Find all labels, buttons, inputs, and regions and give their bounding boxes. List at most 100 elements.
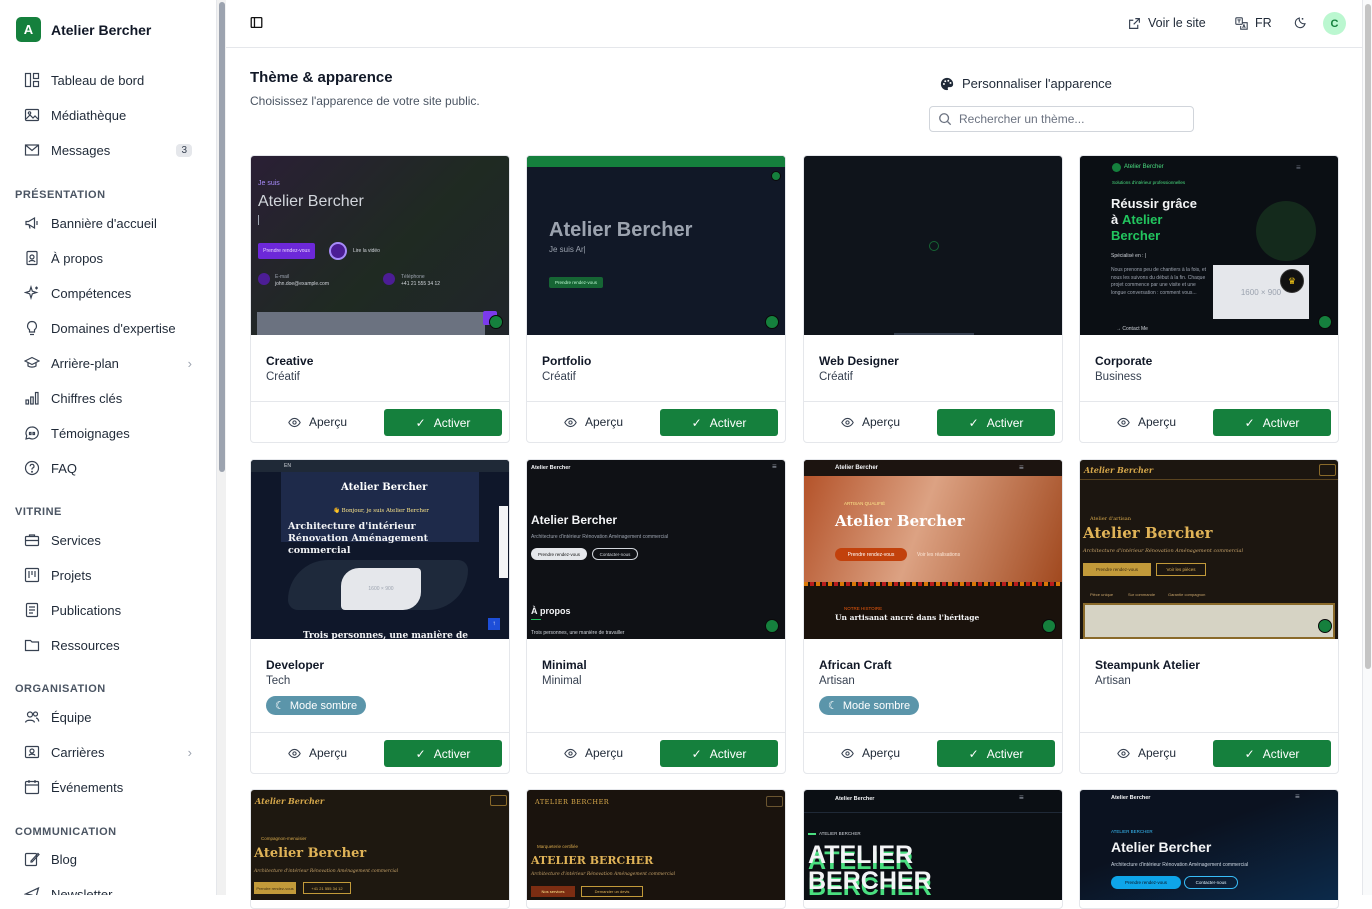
- preview-phone: +41 21 555 34 12: [401, 281, 441, 287]
- brand[interactable]: A Atelier Bercher: [16, 17, 151, 42]
- theme-preview-corporate[interactable]: Atelier Bercher ≡ Solutions d'intérieur …: [1080, 156, 1338, 335]
- theme-card-row3-4: Atelier Bercher ≡ ATELIER BERCHER Atelie…: [1079, 789, 1339, 909]
- theme-category: Créatif: [819, 371, 853, 383]
- preview-button[interactable]: Aperçu: [288, 746, 347, 760]
- activate-label: Activer: [1262, 746, 1300, 761]
- eye-icon: [1117, 748, 1130, 758]
- theme-preview-row3-4[interactable]: Atelier Bercher ≡ ATELIER BERCHER Atelie…: [1080, 790, 1338, 900]
- activate-button[interactable]: ✓ Activer: [660, 409, 778, 436]
- preview-image: [1083, 603, 1335, 639]
- preview-button[interactable]: Aperçu: [564, 415, 623, 429]
- sidebar-scrollbar[interactable]: [216, 0, 226, 895]
- sidebar-item-hero-banner[interactable]: Bannière d'accueil: [24, 211, 192, 235]
- sidebar-item-label: Arrière-plan: [51, 355, 119, 371]
- sidebar-item-dashboard[interactable]: Tableau de bord: [24, 68, 192, 92]
- preview-sub: Je suis Ar|: [549, 245, 586, 254]
- briefcase-icon: [24, 534, 40, 547]
- sidebar-item-newsletter[interactable]: Newsletter: [24, 882, 192, 895]
- theme-preview-african-craft[interactable]: Atelier Bercher ≡ ARTISAN QUALIFIÉ Ateli…: [804, 460, 1062, 639]
- sidebar-item-projects[interactable]: Projets: [24, 563, 192, 587]
- theme-category: Artisan: [1095, 675, 1131, 687]
- scroll-top-icon: ↑: [488, 618, 500, 630]
- language-switcher[interactable]: FR: [1235, 16, 1272, 30]
- loader-icon: [929, 241, 939, 251]
- sidebar-item-key-figures[interactable]: Chiffres clés: [24, 386, 192, 410]
- theme-preview-steampunk[interactable]: Atelier Bercher Atelier d'artisan Atelie…: [1080, 460, 1338, 639]
- sidebar-item-expertise[interactable]: Domaines d'expertise: [24, 316, 192, 340]
- sidebar-item-faq[interactable]: FAQ: [24, 456, 192, 480]
- preview-button[interactable]: Aperçu: [288, 415, 347, 429]
- sidebar-item-team[interactable]: Équipe: [24, 705, 192, 729]
- sidebar-item-resources[interactable]: Ressources: [24, 633, 192, 657]
- theme-preview-row3-1[interactable]: Atelier Bercher Compagnon-menuisier Atel…: [251, 790, 509, 900]
- theme-name: Creative: [266, 354, 314, 368]
- preview-feature-1: Pièce unique: [1090, 592, 1114, 597]
- theme-name: Corporate: [1095, 354, 1153, 368]
- sidebar-item-careers[interactable]: Carrières ›: [24, 740, 192, 764]
- preview-button[interactable]: Aperçu: [841, 746, 900, 760]
- sidebar-item-label: Chiffres clés: [51, 390, 123, 406]
- edit-icon: [24, 852, 40, 867]
- sidebar-item-blog[interactable]: Blog: [24, 847, 192, 871]
- preview-image: [257, 312, 485, 335]
- activate-button[interactable]: ✓ Activer: [1213, 409, 1331, 436]
- sidebar-scrollbar-thumb[interactable]: [219, 2, 225, 472]
- preview-story: NOTRE HISTOIRE: [844, 606, 883, 611]
- preview-kicker: ARTISAN QUALIFIÉ: [844, 501, 886, 506]
- sidebar-toggle-button[interactable]: [250, 16, 263, 29]
- sidebar-item-testimonials[interactable]: Témoignages: [24, 421, 192, 445]
- theme-preview-row3-3[interactable]: Atelier Bercher ≡ ATELIER BERCHER ATELIE…: [804, 790, 1062, 900]
- sidebar-item-label: Messages: [51, 142, 111, 158]
- theme-preview-web-designer[interactable]: [804, 156, 1062, 335]
- preview-sub: Architecture d'intérieur Rénovation Amén…: [1083, 548, 1244, 554]
- sidebar-item-label: Équipe: [51, 709, 92, 725]
- sidebar-item-messages[interactable]: Messages 3: [24, 138, 192, 162]
- activate-button[interactable]: ✓ Activer: [384, 740, 502, 767]
- sidebar-item-publications[interactable]: Publications: [24, 598, 192, 622]
- preview-kicker: Atelier d'artisan: [1090, 516, 1131, 522]
- sidebar-item-label: Événements: [51, 779, 124, 795]
- theme-preview-portfolio[interactable]: Atelier Bercher Je suis Ar| Prendre rend…: [527, 156, 785, 335]
- theme-preview-developer[interactable]: EN Atelier Bercher 👋 Bonjour, je suis At…: [251, 460, 509, 639]
- theme-toggle-button[interactable]: [1294, 16, 1307, 29]
- preview-button[interactable]: Aperçu: [1117, 415, 1176, 429]
- preview-h3: Atelier: [1122, 212, 1163, 227]
- sidebar-item-about[interactable]: À propos: [24, 246, 192, 270]
- trophy-icon: ♛: [1280, 269, 1304, 293]
- preview-button[interactable]: Aperçu: [1117, 746, 1176, 760]
- page-title: Thème & apparence: [250, 69, 393, 86]
- user-avatar[interactable]: C: [1323, 12, 1346, 35]
- activate-button[interactable]: ✓ Activer: [937, 740, 1055, 767]
- sidebar-item-skills[interactable]: Compétences: [24, 281, 192, 305]
- brand-logo: A: [16, 17, 41, 42]
- theme-preview-row3-2[interactable]: ATELIER BERCHER Marqueterie certifiée AT…: [527, 790, 785, 900]
- theme-preview-creative[interactable]: Je suis Atelier Bercher Prendre rendez-v…: [251, 156, 509, 335]
- theme-search-input[interactable]: Rechercher un thème...: [929, 106, 1194, 132]
- sidebar-item-services[interactable]: Services: [24, 528, 192, 552]
- send-icon: [24, 886, 40, 895]
- theme-name: Web Designer: [819, 354, 899, 368]
- activate-button[interactable]: ✓ Activer: [1213, 740, 1331, 767]
- preview-title: Atelier Bercher: [835, 512, 965, 530]
- activate-button[interactable]: ✓ Activer: [384, 409, 502, 436]
- main-scrollbar-thumb[interactable]: [1365, 4, 1371, 669]
- preview-button[interactable]: Aperçu: [841, 415, 900, 429]
- preview-button[interactable]: Aperçu: [564, 746, 623, 760]
- main-scrollbar[interactable]: [1362, 0, 1372, 895]
- sidebar-item-media[interactable]: Médiathèque: [24, 103, 192, 127]
- customize-appearance-button[interactable]: Personnaliser l'apparence: [940, 76, 1112, 91]
- activate-button[interactable]: ✓ Activer: [660, 740, 778, 767]
- theme-card-creative: Je suis Atelier Bercher Prendre rendez-v…: [250, 155, 510, 443]
- view-site-link[interactable]: Voir le site: [1128, 16, 1206, 30]
- activate-button[interactable]: ✓ Activer: [937, 409, 1055, 436]
- eye-icon: [841, 417, 854, 427]
- theme-preview-minimal[interactable]: Atelier Bercher ≡ Atelier Bercher Archit…: [527, 460, 785, 639]
- chevron-right-icon: ›: [187, 744, 192, 760]
- preview-title: Atelier Bercher: [1111, 839, 1212, 855]
- theme-card-web-designer: Web Designer Créatif Aperçu ✓ Activer: [803, 155, 1063, 443]
- preview-title: Atelier Bercher: [531, 513, 618, 527]
- sidebar-item-events[interactable]: Événements: [24, 775, 192, 799]
- check-icon: ✓: [1244, 415, 1255, 430]
- sidebar-item-background[interactable]: Arrière-plan ›: [24, 351, 192, 375]
- menu-icon: ≡: [1296, 163, 1301, 172]
